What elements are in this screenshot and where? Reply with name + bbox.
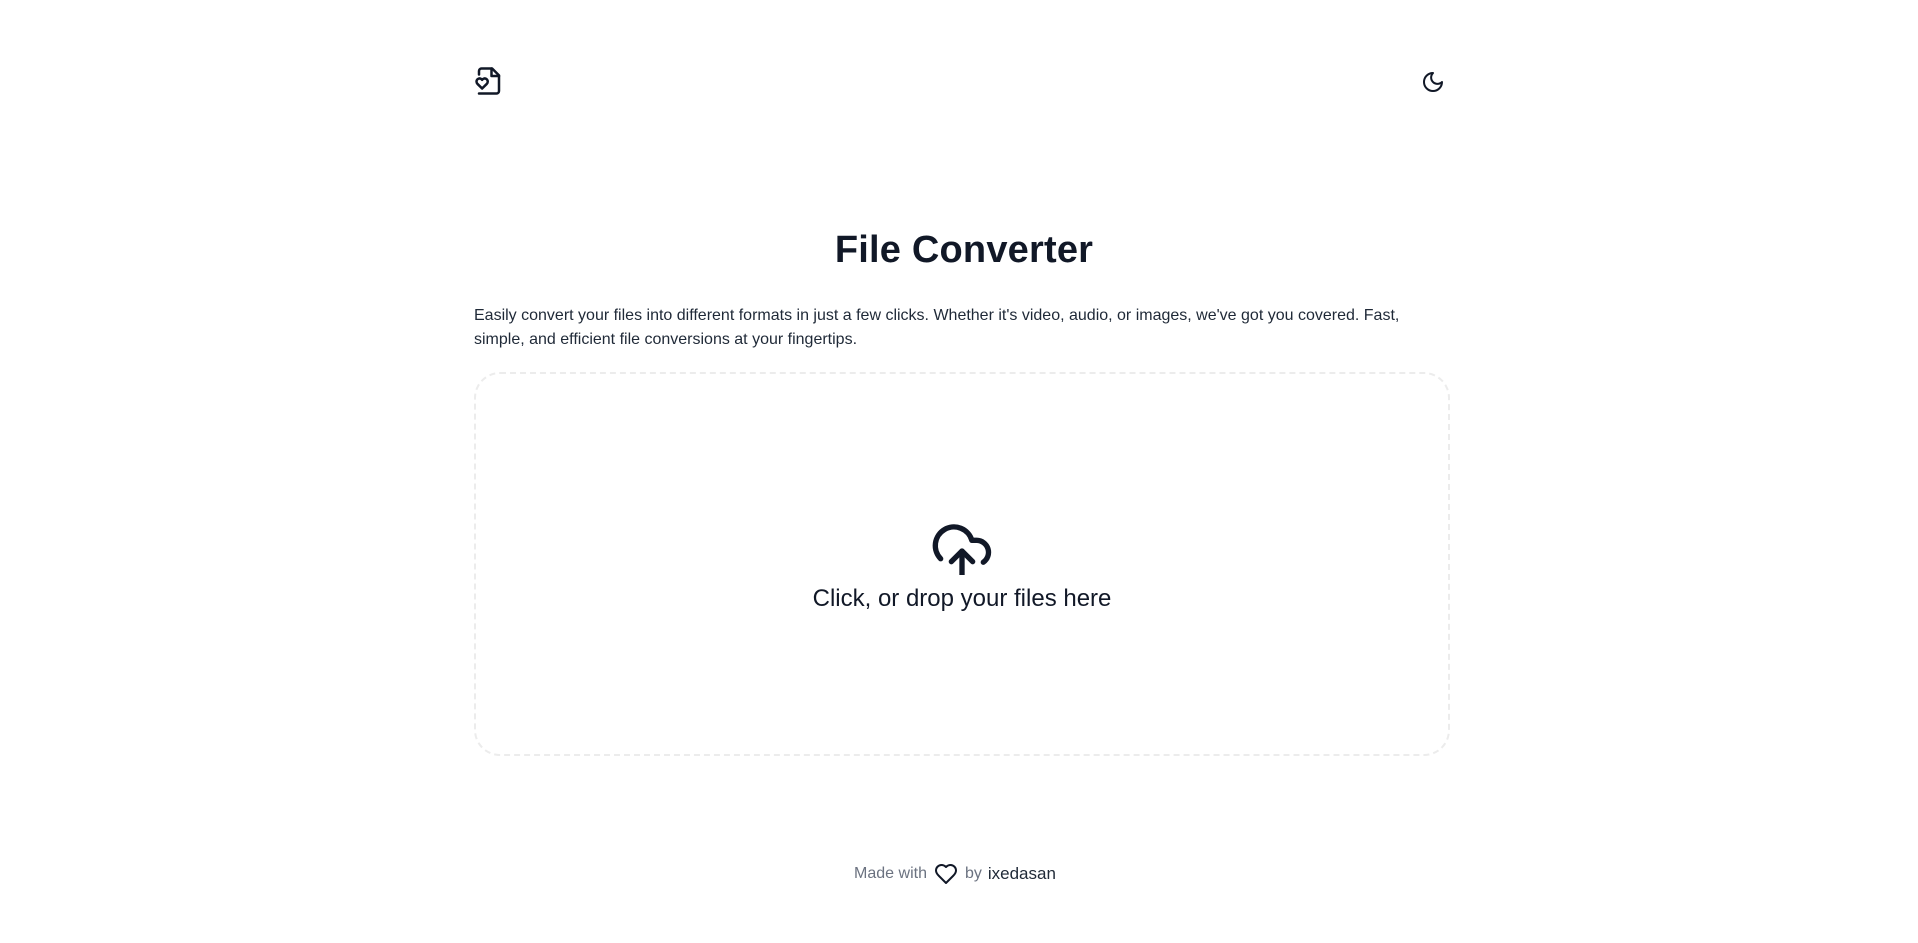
site-header (474, 62, 1454, 104)
author-link[interactable]: ixedasan (988, 862, 1056, 886)
site-footer: Made with by ixedasan (474, 862, 1436, 886)
footer-by: by (964, 865, 982, 882)
page-description: Easily convert your files into different… (474, 307, 1400, 348)
page: File Converter Easily convert your files… (0, 0, 1918, 943)
cloud-upload-icon (930, 519, 994, 578)
heart-icon (933, 862, 959, 886)
home-logo-link[interactable] (474, 66, 504, 100)
footer-made-with: Made with (854, 865, 927, 882)
file-dropzone[interactable]: Click, or drop your files here (474, 372, 1450, 756)
moon-icon (1421, 70, 1445, 97)
page-title: File Converter (834, 229, 1094, 271)
file-heart-icon (474, 64, 504, 103)
theme-toggle-button[interactable] (1412, 62, 1454, 104)
main-container: File Converter Easily convert your files… (474, 0, 1454, 943)
dropzone-label: Click, or drop your files here (812, 585, 1112, 612)
